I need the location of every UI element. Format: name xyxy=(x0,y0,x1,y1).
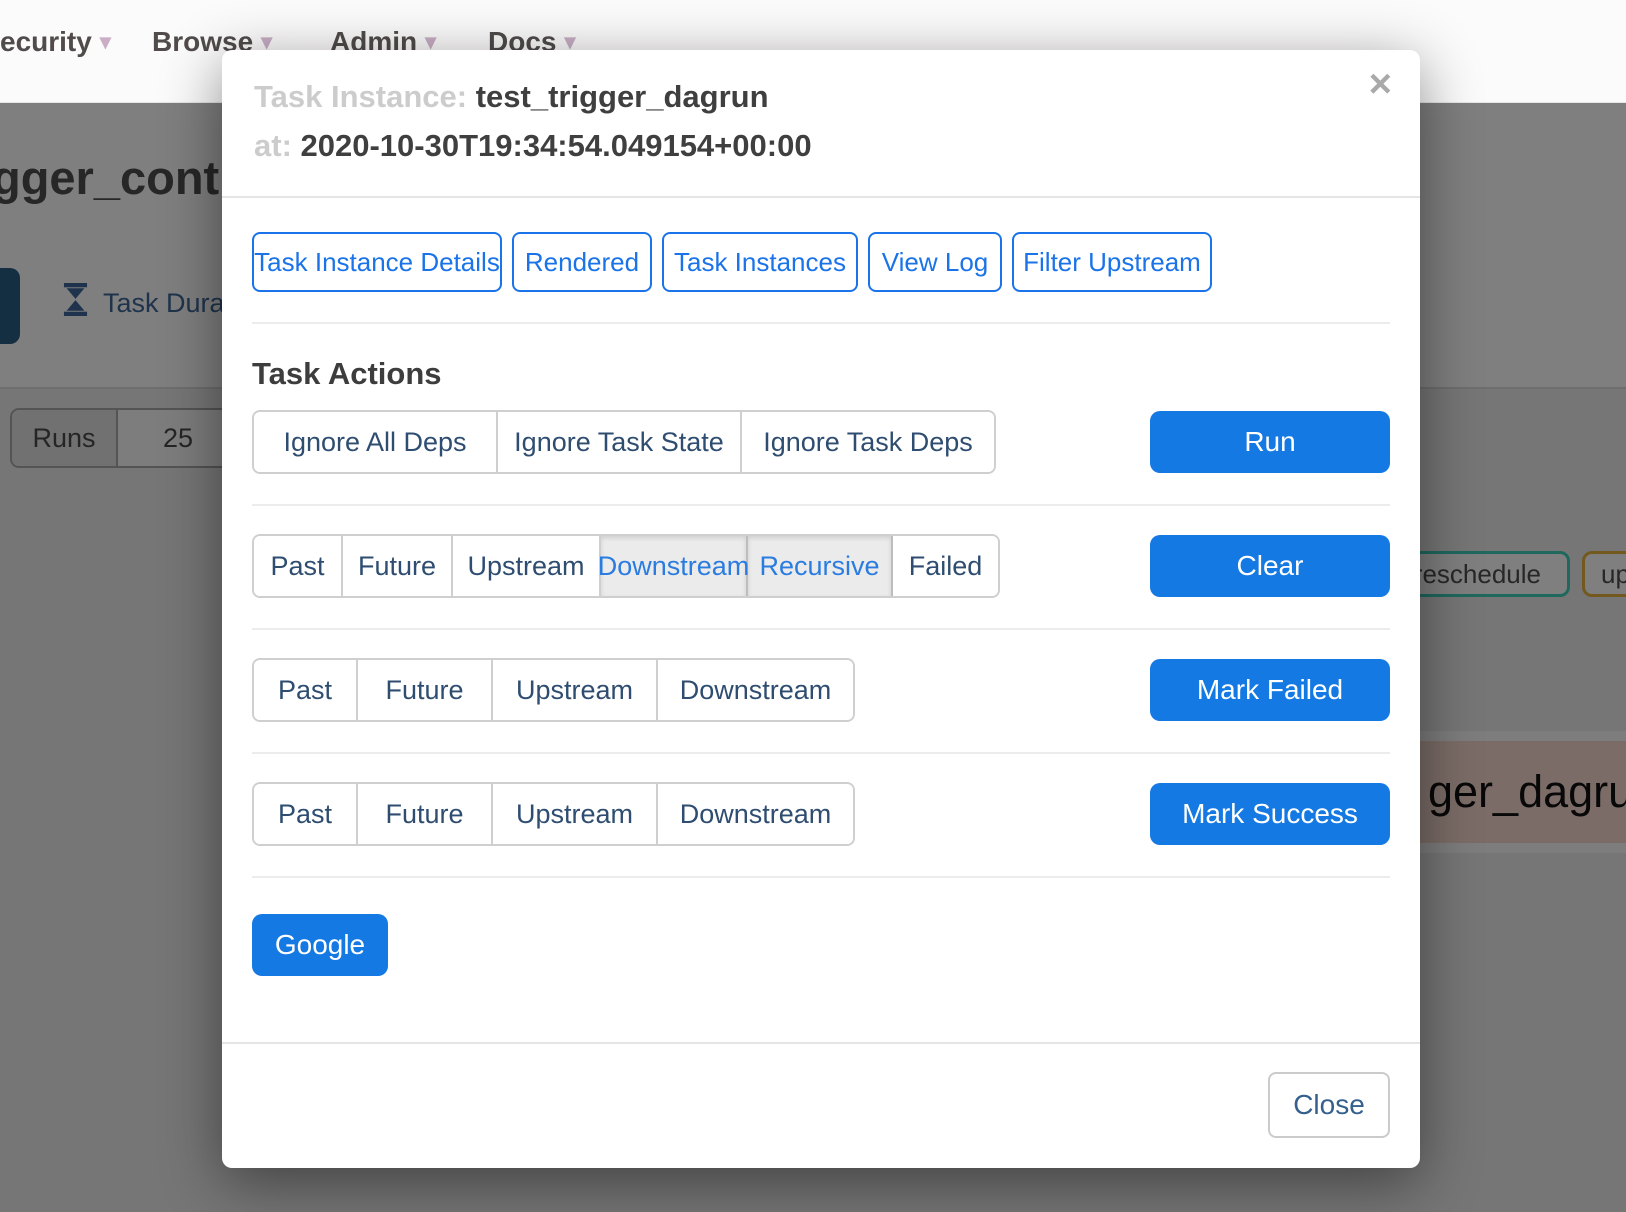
task-name: test_trigger_dagrun xyxy=(476,79,769,114)
future-toggle[interactable]: Future xyxy=(343,536,453,596)
execution-timestamp: 2020-10-30T19:34:54.049154+00:00 xyxy=(301,128,812,163)
upstream-toggle[interactable]: Upstream xyxy=(493,784,658,844)
ignore-task-deps-toggle[interactable]: Ignore Task Deps xyxy=(742,412,994,472)
task-actions-heading: Task Actions xyxy=(252,356,1390,392)
divider xyxy=(252,876,1390,878)
view-log-button[interactable]: View Log xyxy=(868,232,1002,292)
ignore-options-group: Ignore All Deps Ignore Task State Ignore… xyxy=(252,410,996,474)
mark-success-button[interactable]: Mark Success xyxy=(1150,783,1390,845)
task-instances-button[interactable]: Task Instances xyxy=(662,232,858,292)
run-button[interactable]: Run xyxy=(1150,411,1390,473)
past-toggle[interactable]: Past xyxy=(254,536,343,596)
nav-item-security[interactable]: ecurity ▾ xyxy=(0,26,111,58)
downstream-toggle[interactable]: Downstream xyxy=(658,784,853,844)
filter-upstream-button[interactable]: Filter Upstream xyxy=(1012,232,1212,292)
mark-failed-button[interactable]: Mark Failed xyxy=(1150,659,1390,721)
task-instance-modal: Task Instance: test_trigger_dagrun at: 2… xyxy=(222,50,1420,1168)
divider xyxy=(252,504,1390,506)
detail-links-row: Task Instance Details Rendered Task Inst… xyxy=(252,232,1390,292)
modal-footer: Close xyxy=(222,1042,1420,1168)
chevron-down-icon: ▾ xyxy=(100,29,111,55)
run-action-row: Ignore All Deps Ignore Task State Ignore… xyxy=(252,410,1390,474)
modal-title-line1: Task Instance: test_trigger_dagrun xyxy=(254,72,1388,121)
rendered-button[interactable]: Rendered xyxy=(512,232,652,292)
at-prefix: at: xyxy=(254,128,292,163)
google-button[interactable]: Google xyxy=(252,914,388,976)
modal-body: Task Instance Details Rendered Task Inst… xyxy=(222,232,1420,976)
mark-success-options-group: Past Future Upstream Downstream xyxy=(252,782,855,846)
divider xyxy=(252,752,1390,754)
future-toggle[interactable]: Future xyxy=(358,660,493,720)
past-toggle[interactable]: Past xyxy=(254,784,358,844)
close-button[interactable]: Close xyxy=(1268,1072,1390,1138)
ignore-all-deps-toggle[interactable]: Ignore All Deps xyxy=(254,412,498,472)
modal-header: Task Instance: test_trigger_dagrun at: 2… xyxy=(222,50,1420,198)
upstream-toggle[interactable]: Upstream xyxy=(453,536,601,596)
mark-failed-action-row: Past Future Upstream Downstream Mark Fai… xyxy=(252,658,1390,722)
downstream-toggle-active[interactable]: Downstream xyxy=(601,536,748,596)
ignore-task-state-toggle[interactable]: Ignore Task State xyxy=(498,412,742,472)
mark-failed-options-group: Past Future Upstream Downstream xyxy=(252,658,855,722)
failed-toggle[interactable]: Failed xyxy=(893,536,998,596)
divider xyxy=(252,322,1390,324)
divider xyxy=(252,628,1390,630)
title-prefix: Task Instance: xyxy=(254,79,467,114)
upstream-toggle[interactable]: Upstream xyxy=(493,660,658,720)
clear-action-row: Past Future Upstream Downstream Recursiv… xyxy=(252,534,1390,598)
clear-button[interactable]: Clear xyxy=(1150,535,1390,597)
close-icon[interactable]: × xyxy=(1369,64,1392,104)
past-toggle[interactable]: Past xyxy=(254,660,358,720)
mark-success-action-row: Past Future Upstream Downstream Mark Suc… xyxy=(252,782,1390,846)
clear-options-group: Past Future Upstream Downstream Recursiv… xyxy=(252,534,1000,598)
recursive-toggle-active[interactable]: Recursive xyxy=(748,536,893,596)
task-instance-details-button[interactable]: Task Instance Details xyxy=(252,232,502,292)
future-toggle[interactable]: Future xyxy=(358,784,493,844)
downstream-toggle[interactable]: Downstream xyxy=(658,660,853,720)
modal-title-line2: at: 2020-10-30T19:34:54.049154+00:00 xyxy=(254,121,1388,170)
